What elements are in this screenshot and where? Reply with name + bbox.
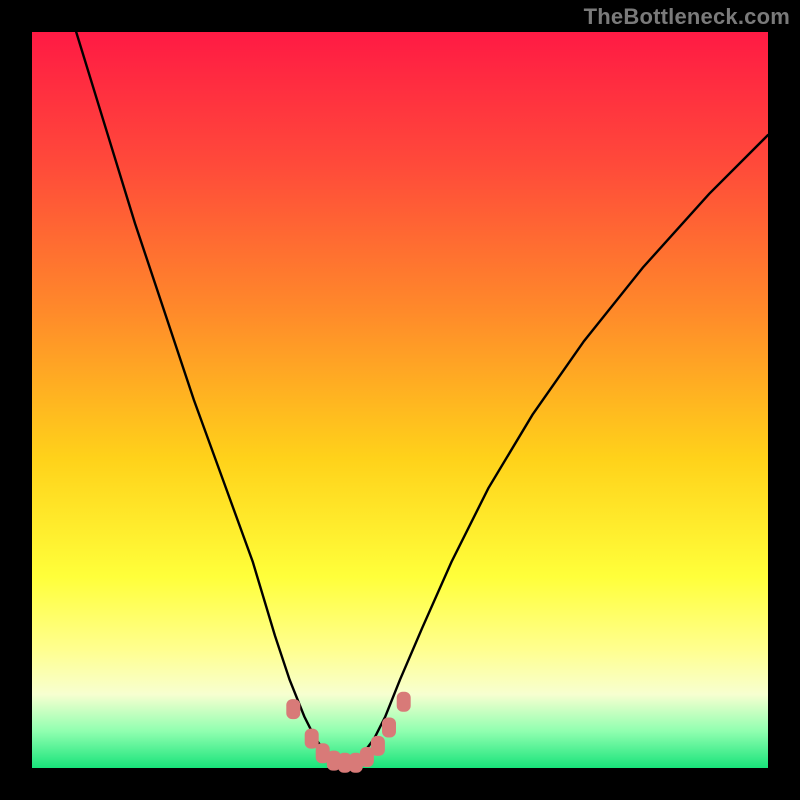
outer-frame: TheBottleneck.com — [0, 0, 800, 800]
watermark-text: TheBottleneck.com — [584, 4, 790, 30]
plot-area — [32, 32, 768, 768]
marker-dot — [305, 729, 319, 749]
bottom-markers-group — [286, 692, 410, 773]
marker-dot — [286, 699, 300, 719]
chart-svg — [32, 32, 768, 768]
marker-dot — [371, 736, 385, 756]
marker-dot — [382, 718, 396, 738]
bottleneck-curve — [76, 32, 768, 764]
marker-dot — [397, 692, 411, 712]
